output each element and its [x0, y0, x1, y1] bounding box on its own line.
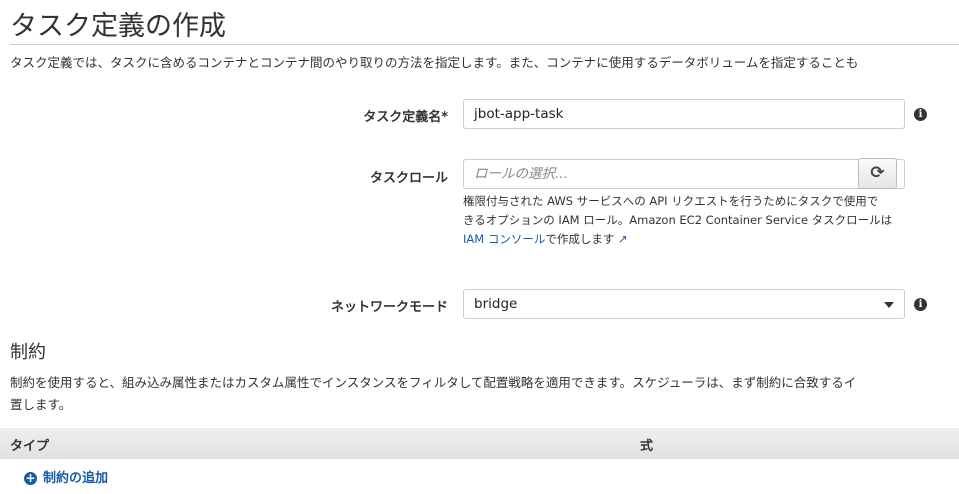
network-mode-value: bridge	[474, 296, 518, 312]
network-mode-label: ネットワークモード	[330, 300, 448, 315]
plus-circle-icon: +	[24, 471, 37, 485]
page-description: タスク定義では、タスクに含めるコンテナとコンテナ間のやり取りの方法を指定します。…	[10, 55, 859, 70]
iam-console-link[interactable]: IAM コンソール	[463, 232, 545, 246]
task-name-input[interactable]: jbot-app-task	[463, 99, 905, 129]
task-role-select[interactable]: ロールの選択...	[463, 159, 905, 189]
constraints-table-header: タイプ 式	[0, 428, 959, 459]
help-text-line: きるオプションの IAM ロール。Amazon EC2 Container Se…	[463, 213, 893, 227]
divider	[10, 44, 959, 45]
help-text-tail: で作成します	[545, 232, 615, 246]
constraints-description-cont: 置します。	[10, 397, 72, 412]
info-icon[interactable]: i	[914, 298, 927, 311]
constraints-heading: 制約	[10, 342, 46, 363]
task-role-help: 権限付与された AWS サービスへの API リクエストを行うためにタスクで使用…	[463, 192, 892, 249]
info-icon[interactable]: i	[914, 108, 927, 121]
task-role-placeholder: ロールの選択...	[474, 166, 568, 182]
column-header-expression: 式	[640, 439, 654, 454]
task-name-label: タスク定義名*	[363, 110, 448, 125]
add-constraint-button[interactable]: + 制約の追加	[24, 467, 108, 486]
task-role-label: タスクロール	[369, 171, 448, 186]
network-mode-select[interactable]: bridge	[463, 289, 905, 319]
external-link-icon[interactable]: ↗	[618, 232, 628, 246]
page-title: タスク定義の作成	[10, 11, 226, 42]
chevron-down-icon	[884, 302, 894, 308]
add-constraint-label: 制約の追加	[43, 471, 109, 486]
help-text-line: 権限付与された AWS サービスへの API リクエストを行うためにタスクで使用…	[463, 194, 879, 208]
refresh-icon: ⟳	[870, 163, 885, 183]
column-header-type: タイプ	[10, 439, 50, 454]
refresh-button[interactable]: ⟳	[858, 158, 897, 189]
constraints-description: 制約を使用すると、組み込み属性またはカスタム属性でインスタンスをフィルタして配置…	[10, 375, 857, 390]
